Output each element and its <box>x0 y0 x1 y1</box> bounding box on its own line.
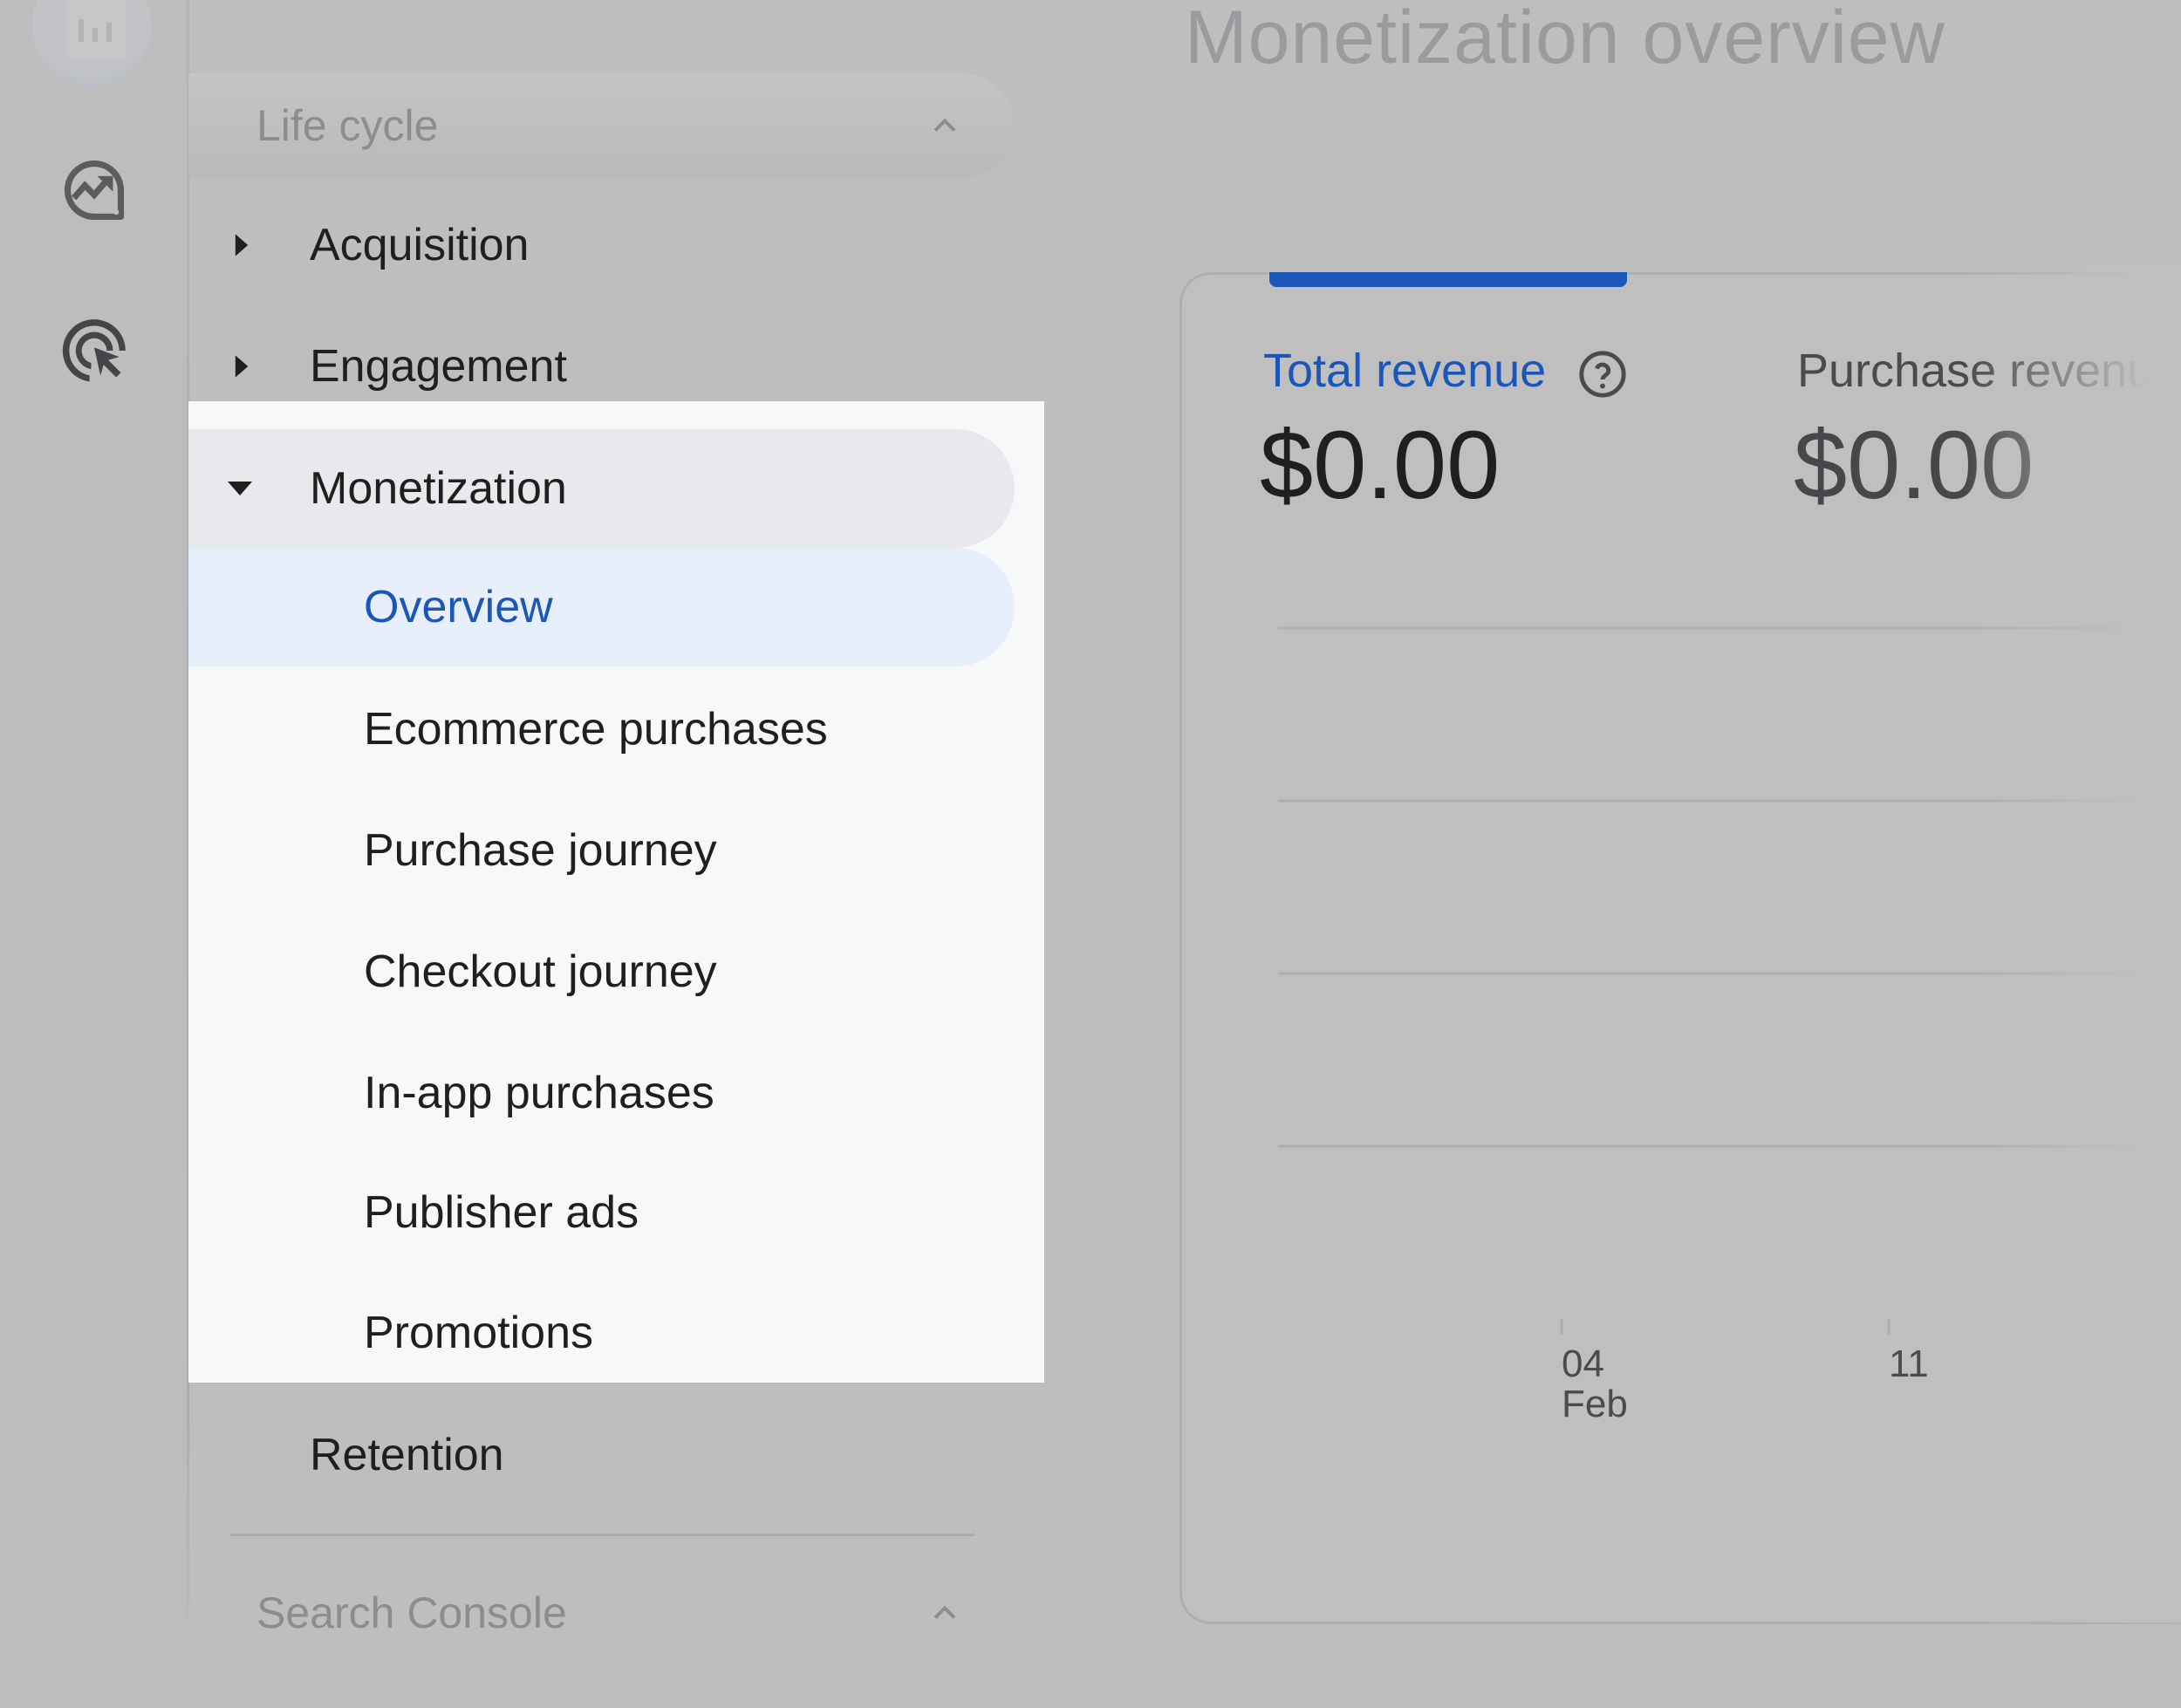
nav-subitem-checkout-journey[interactable]: Checkout journey <box>188 912 1015 1031</box>
nav-subitem-label: Ecommerce purchases <box>364 704 828 755</box>
nav-subitem-label: Overview <box>364 582 553 632</box>
section-search-console-label: Search Console <box>256 1588 567 1637</box>
nav-subitem-label: Checkout journey <box>364 946 717 997</box>
nav-item-acquisition[interactable]: Acquisition <box>188 186 1015 304</box>
metric-total-revenue-value: $0.00 <box>1260 412 1501 519</box>
nav-subitem-promotions[interactable]: Promotions <box>188 1274 1015 1392</box>
section-life-cycle-label: Life cycle <box>256 101 439 150</box>
nav-subitem-purchase-journey[interactable]: Purchase journey <box>188 791 1015 910</box>
advertising-icon <box>62 319 126 382</box>
nav-subitem-overview[interactable]: Overview <box>188 548 1015 666</box>
nav-item-engagement-label: Engagement <box>310 341 567 392</box>
nav-item-monetization-label: Monetization <box>310 463 567 514</box>
monetization-group-spotlight: Monetization Overview Ecommerce purchase… <box>188 401 1044 1383</box>
nav-subitem-label: Promotions <box>364 1308 593 1358</box>
chevron-up-icon <box>933 118 956 132</box>
nav-item-acquisition-label: Acquisition <box>310 220 530 270</box>
nav-subitem-label: Purchase journey <box>364 825 717 876</box>
nav-item-monetization[interactable]: Monetization <box>188 429 1015 548</box>
caret-right-icon <box>235 355 249 378</box>
advertising-button[interactable] <box>54 311 134 391</box>
explore-button[interactable] <box>54 150 134 230</box>
nav-item-retention-label: Retention <box>310 1430 504 1480</box>
nav-divider <box>230 1534 974 1536</box>
section-search-console[interactable]: Search Console <box>188 1561 1015 1665</box>
section-life-cycle[interactable]: Life cycle <box>188 73 1015 178</box>
icon-rail <box>0 0 187 1708</box>
caret-down-icon <box>228 482 252 495</box>
metric-total-revenue-label[interactable]: Total revenue <box>1263 344 1546 398</box>
nav-subitem-label: In-app purchases <box>364 1068 714 1118</box>
chevron-up-icon <box>933 1605 956 1619</box>
metric-purchase-revenue-value: $0.00 <box>1794 412 2034 519</box>
nav-subitem-label: Publisher ads <box>364 1187 639 1238</box>
nav-subitem-in-app-purchases[interactable]: In-app purchases <box>188 1034 1015 1152</box>
nav-subitem-publisher-ads[interactable]: Publisher ads <box>188 1153 1015 1272</box>
caret-right-icon <box>235 234 249 256</box>
explore-icon <box>64 160 125 221</box>
reports-icon <box>65 0 126 61</box>
nav-subitem-ecommerce-purchases[interactable]: Ecommerce purchases <box>188 670 1015 789</box>
metric-purchase-revenue-label[interactable]: Purchase revenue <box>1797 344 2179 398</box>
page-title: Monetization overview <box>1185 0 1945 79</box>
selected-metric-indicator <box>1269 272 1627 287</box>
nav-item-retention[interactable]: Retention <box>188 1396 1015 1514</box>
help-icon[interactable] <box>1577 349 1628 400</box>
